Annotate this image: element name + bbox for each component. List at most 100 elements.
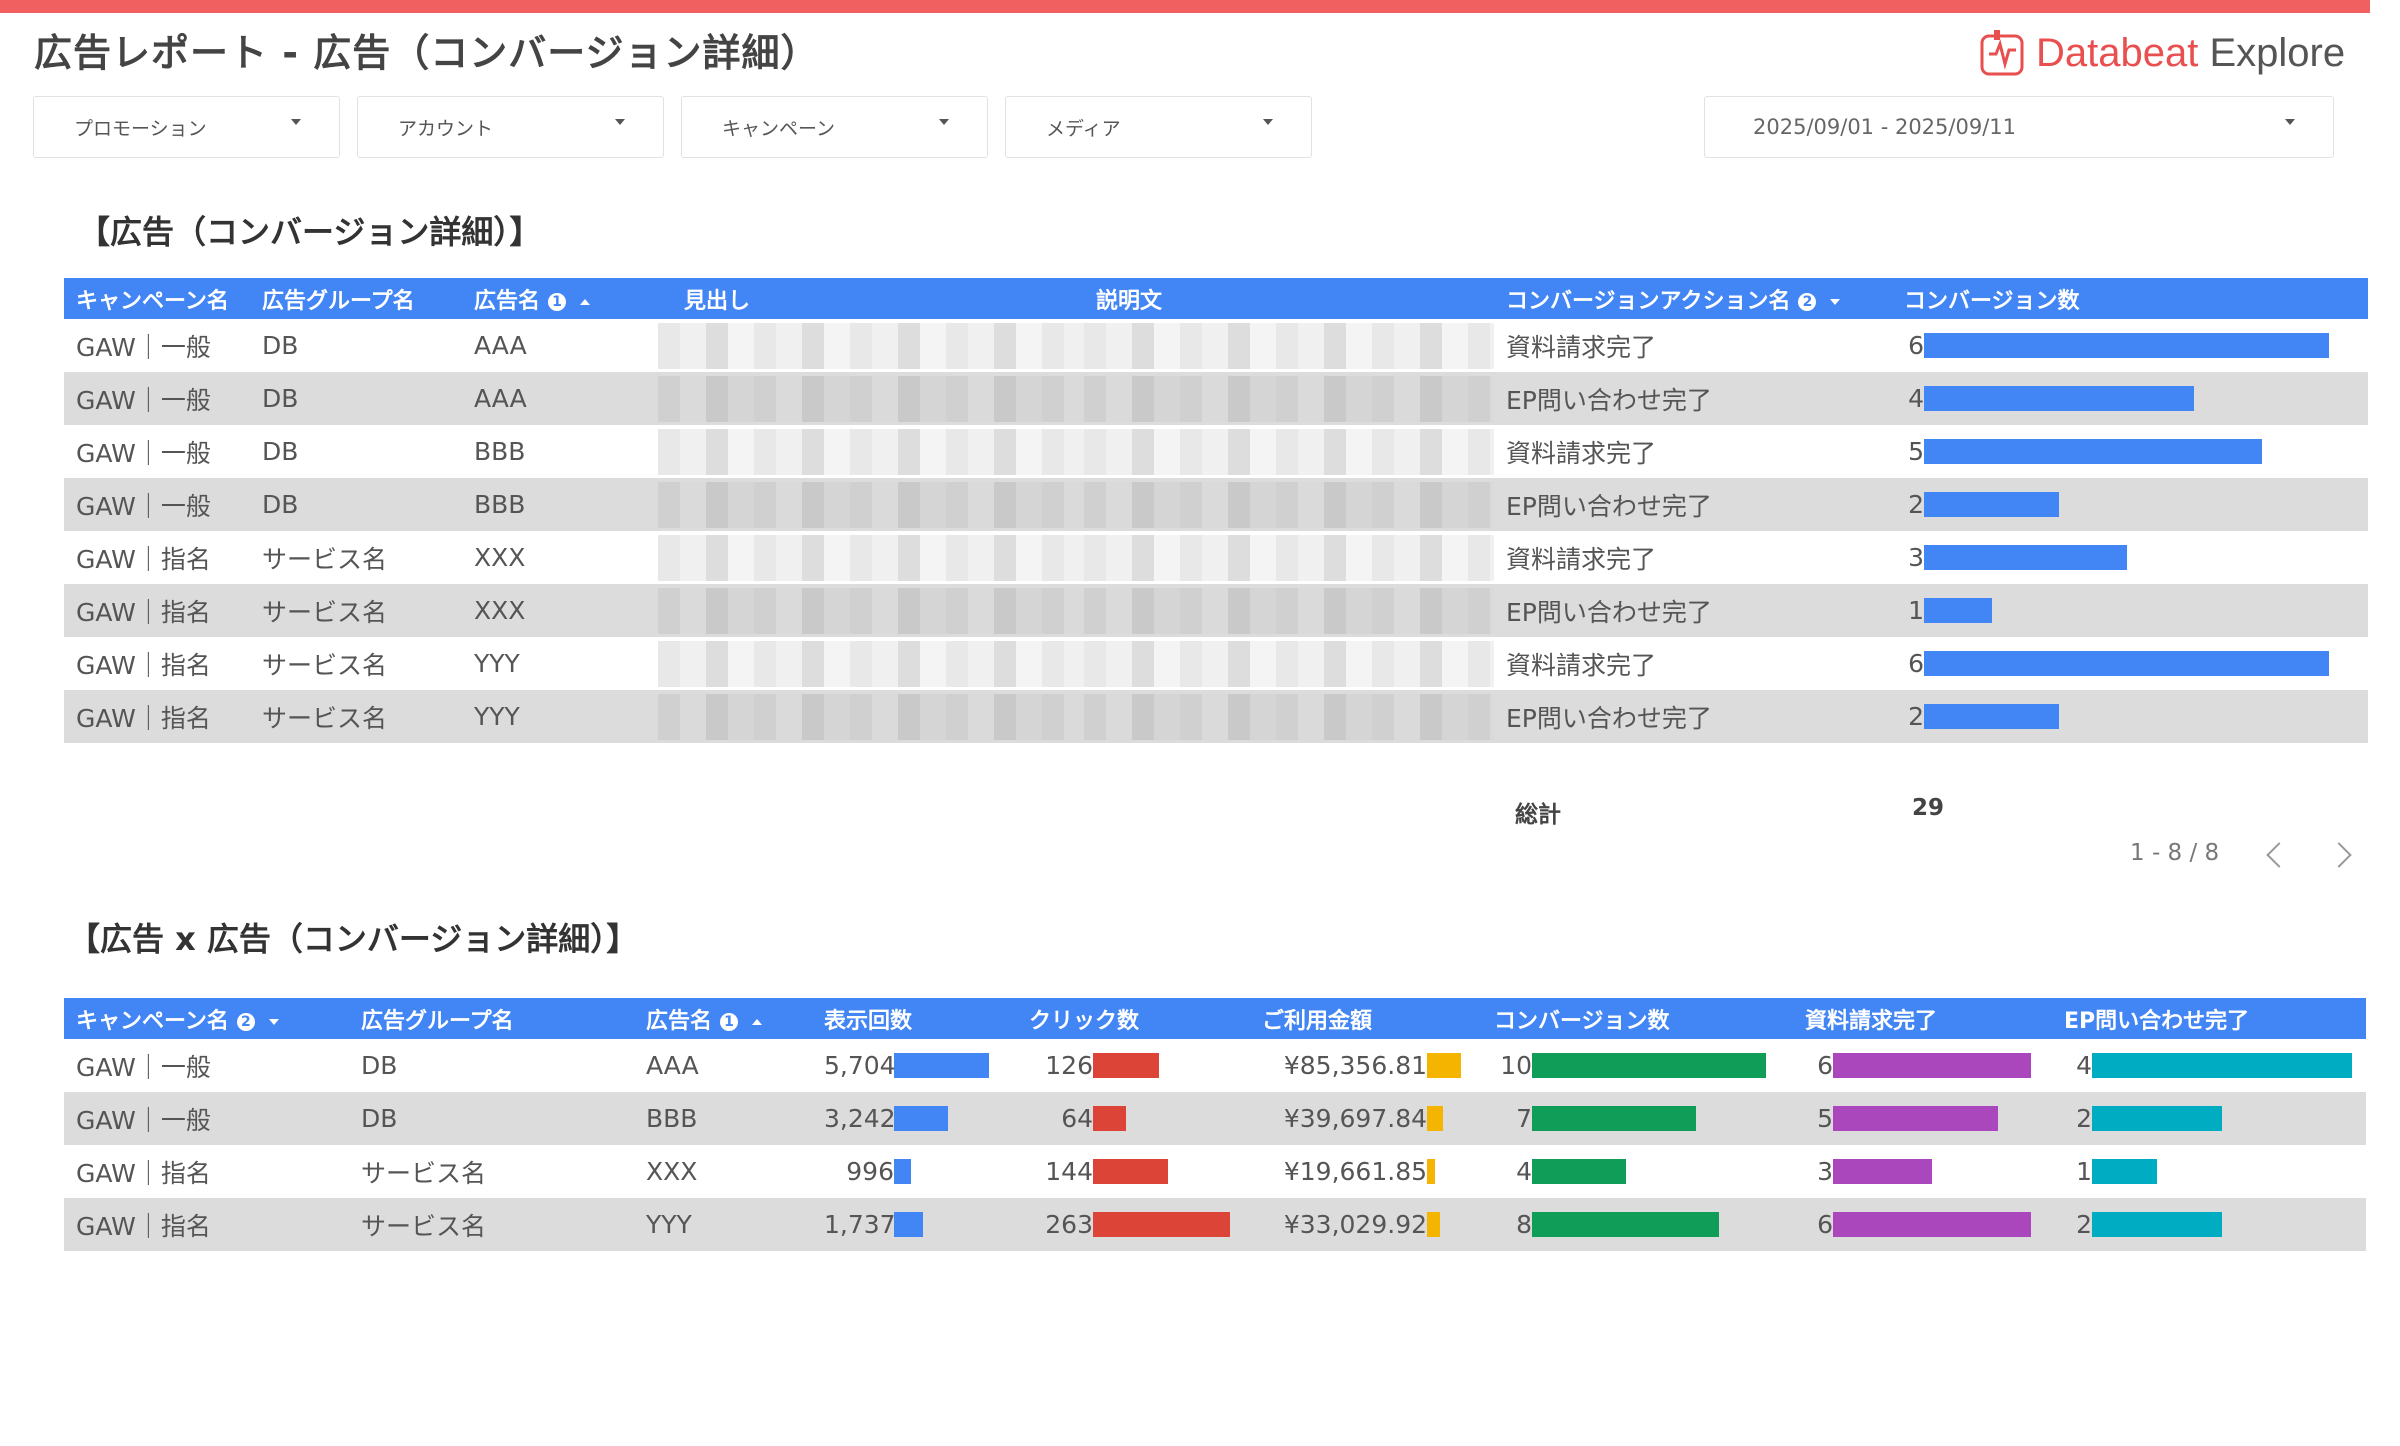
- cell-action: 資料請求完了: [1506, 438, 1657, 468]
- account-filter[interactable]: アカウント: [357, 96, 664, 158]
- column-header-adgroup[interactable]: 広告グループ名: [349, 998, 634, 1039]
- sort-descending-icon: [1830, 298, 1841, 305]
- impressions-bar: [894, 1106, 948, 1131]
- table-row[interactable]: GAW｜指名 サービス名 YYY EP問い合わせ完了 2: [64, 690, 2368, 743]
- column-header-ad-label: 広告名: [646, 1008, 713, 1034]
- date-range-picker[interactable]: 2025/09/01 - 2025/09/11: [1704, 96, 2334, 158]
- redacted-text: [658, 481, 1084, 528]
- cell-clicks: 126: [1017, 1039, 1250, 1092]
- column-header-campaign[interactable]: キャンペーン名: [64, 278, 250, 319]
- pagination-label: 1 - 8 / 8: [2130, 840, 2220, 866]
- cell-campaign: GAW｜一般: [64, 1092, 349, 1145]
- sort-order-badge: 1: [720, 1012, 739, 1031]
- column-header-ad-label: 広告名: [474, 288, 541, 314]
- bar-cell: 4: [1494, 1157, 1793, 1186]
- table-row[interactable]: GAW｜一般 DB BBB EP問い合わせ完了 2: [64, 478, 2368, 531]
- column-header-conversions[interactable]: コンバージョン数: [1892, 278, 2368, 319]
- bar-cell: 7: [1494, 1104, 1793, 1133]
- bar-cell: 6: [1904, 331, 2368, 360]
- table-row[interactable]: GAW｜指名 サービス名 XXX 資料請求完了 3: [64, 531, 2368, 584]
- column-header-conversions[interactable]: コンバージョン数: [1482, 998, 1793, 1039]
- cell-conversions: 10: [1482, 1039, 1793, 1092]
- databeat-logo-icon: [1980, 30, 2024, 76]
- sort-ascending-icon: [752, 1018, 763, 1025]
- column-header-ad[interactable]: 広告名 1: [462, 278, 658, 319]
- column-header-action[interactable]: コンバージョンアクション名 2: [1494, 278, 1892, 319]
- media-filter[interactable]: メディア: [1005, 96, 1312, 158]
- conversions-value: 2: [1908, 490, 1924, 519]
- inquiry-bar: [2092, 1159, 2157, 1184]
- cell-clicks: 263: [1017, 1198, 1250, 1251]
- media-filter-label: メディア: [1046, 117, 1121, 140]
- column-header-headline[interactable]: 見出し: [658, 278, 1084, 319]
- conversions-bar: [1924, 386, 2194, 411]
- impressions-bar: [894, 1159, 911, 1184]
- cost-value: ¥39,697.84: [1283, 1104, 1427, 1133]
- column-header-ad[interactable]: 広告名 1: [634, 998, 812, 1039]
- conversions-value: 7: [1516, 1104, 1532, 1133]
- cell-campaign: GAW｜指名: [76, 650, 211, 680]
- total-value: 29: [1912, 795, 1945, 821]
- cell-ad: AAA: [474, 331, 527, 360]
- column-header-cost[interactable]: ご利用金額: [1250, 998, 1482, 1039]
- bar-cell: 1: [1904, 596, 2368, 625]
- cell-ad: XXX: [646, 1157, 698, 1186]
- column-header-inquiry[interactable]: EP問い合わせ完了: [2052, 998, 2366, 1039]
- table-row[interactable]: GAW｜指名 サービス名 YYY 資料請求完了 6: [64, 637, 2368, 690]
- cell-adgroup: DB: [250, 372, 462, 425]
- table-row[interactable]: GAW｜指名 サービス名 XXX EP問い合わせ完了 1: [64, 584, 2368, 637]
- clicks-bar: [1093, 1159, 1168, 1184]
- column-header-impressions[interactable]: 表示回数: [812, 998, 1017, 1039]
- table-row[interactable]: GAW｜一般 DB AAA 5,704 126 ¥85,356.81 10 6 4: [64, 1039, 2366, 1092]
- cell-conversions: 8: [1482, 1198, 1793, 1251]
- conversions-bar: [1924, 545, 2127, 570]
- cell-campaign: GAW｜一般: [76, 1052, 211, 1082]
- ad-metrics-table: キャンペーン名 2 広告グループ名 広告名 1 表示回数 クリック数 ご利用金額 コ…: [64, 998, 2366, 1251]
- chevron-down-icon: [939, 119, 949, 125]
- column-header-campaign[interactable]: キャンペーン名 2: [64, 998, 349, 1039]
- table2-title: 【広告 x 広告（コンバージョン詳細）】: [68, 920, 639, 958]
- column-header-description[interactable]: 説明文: [1084, 278, 1494, 319]
- cell-cost: ¥85,356.81: [1250, 1039, 1482, 1092]
- cell-cost: ¥19,661.85: [1250, 1145, 1482, 1198]
- promotion-filter-label: プロモーション: [74, 117, 207, 140]
- cell-clicks: 144: [1017, 1145, 1250, 1198]
- table-row[interactable]: GAW｜指名 サービス名 XXX 996 144 ¥19,661.85 4 3 1: [64, 1145, 2366, 1198]
- cell-conversions: 2: [1892, 478, 2368, 531]
- table-row[interactable]: GAW｜一般 DB AAA 資料請求完了 6: [64, 319, 2368, 372]
- clicks-value: 64: [1061, 1104, 1093, 1133]
- impressions-value: 5,704: [824, 1051, 896, 1080]
- chevron-down-icon: [2285, 119, 2295, 125]
- conversions-value: 4: [1516, 1157, 1532, 1186]
- redacted-text: [658, 640, 1084, 687]
- column-header-request[interactable]: 資料請求完了: [1793, 998, 2052, 1039]
- cell-conversions: 4: [1892, 372, 2368, 425]
- redacted-text: [658, 375, 1084, 422]
- conversions-bar: [1532, 1106, 1696, 1131]
- bar-cell: 2: [1904, 490, 2368, 519]
- next-page-icon[interactable]: [2326, 842, 2352, 868]
- redacted-text: [658, 428, 1084, 475]
- redacted-text: [1084, 693, 1494, 740]
- table-row[interactable]: GAW｜一般 DB BBB 3,242 64 ¥39,697.84 7 5 2: [64, 1092, 2366, 1145]
- table-row[interactable]: GAW｜一般 DB AAA EP問い合わせ完了 4: [64, 372, 2368, 425]
- table-row[interactable]: GAW｜指名 サービス名 YYY 1,737 263 ¥33,029.92 8 6 2: [64, 1198, 2366, 1251]
- cell-campaign: GAW｜指名: [76, 1158, 211, 1188]
- cell-description-redacted: [1084, 319, 1494, 372]
- redacted-text: [658, 693, 1084, 740]
- table-row[interactable]: GAW｜一般 DB BBB 資料請求完了 5: [64, 425, 2368, 478]
- cell-adgroup: DB: [262, 331, 299, 360]
- cell-adgroup: DB: [250, 478, 462, 531]
- campaign-filter[interactable]: キャンペーン: [681, 96, 988, 158]
- promotion-filter[interactable]: プロモーション: [33, 96, 340, 158]
- bar-cell: 6: [1904, 649, 2368, 678]
- cell-ad: BBB: [634, 1092, 812, 1145]
- previous-page-icon[interactable]: [2266, 842, 2292, 868]
- column-header-adgroup[interactable]: 広告グループ名: [250, 278, 462, 319]
- cell-headline-redacted: [658, 690, 1084, 743]
- column-header-clicks[interactable]: クリック数: [1017, 998, 1250, 1039]
- cell-adgroup: サービス名: [250, 584, 462, 637]
- sort-ascending-icon: [580, 298, 591, 305]
- cell-ad: BBB: [474, 437, 526, 466]
- bar-cell: 4: [2064, 1051, 2366, 1080]
